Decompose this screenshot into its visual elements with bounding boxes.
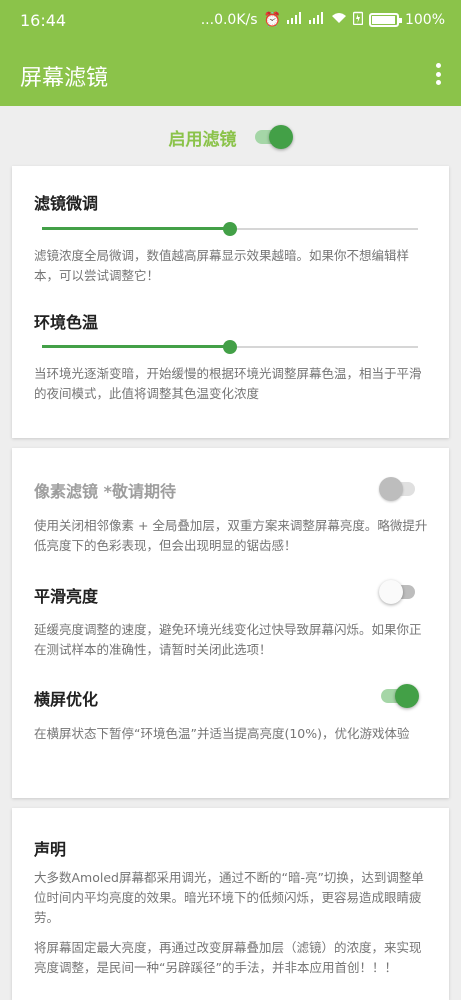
enable-filter-toggle[interactable] <box>253 125 293 149</box>
fine-tune-slider[interactable] <box>42 221 418 237</box>
enable-filter-label: 启用滤镜 <box>168 129 237 150</box>
landscape-desc: 在横屏状态下暂停“环境色温”并适当提高亮度(10%)，优化游戏体验 <box>34 726 410 741</box>
battery-icon <box>368 13 402 27</box>
slider-thumb[interactable] <box>223 340 237 354</box>
signal-icon <box>286 12 303 28</box>
status-time: 16:44 <box>20 11 67 30</box>
wifi-icon <box>331 12 347 28</box>
fine-tune-desc: 滤镜浓度全局微调，数值越高屏幕显示效果越暗。如果你不想编辑样本，可以尝试调整它！ <box>34 248 410 283</box>
options-card: 像素滤镜 *敬请期待 使用关闭相邻像素 + 全局叠加层，双重方案来调整屏幕亮度。… <box>12 448 449 798</box>
color-temp-slider[interactable] <box>42 339 418 355</box>
status-icons: ...0.0K/s ⏰ 100% <box>201 11 445 29</box>
smooth-brightness-toggle[interactable] <box>379 580 419 604</box>
network-speed: ...0.0K/s <box>200 12 258 28</box>
pixel-filter-desc: 使用关闭相邻像素 + 全局叠加层，双重方案来调整屏幕亮度。略微提升低亮度下的色彩… <box>34 518 428 553</box>
smooth-brightness-title: 平滑亮度 <box>34 587 99 606</box>
app-title: 屏幕滤镜 <box>20 66 109 91</box>
landscape-toggle[interactable] <box>379 684 419 708</box>
color-temp-title: 环境色温 <box>34 313 99 332</box>
signal-hd-icon <box>308 12 325 28</box>
slider-thumb[interactable] <box>223 222 237 236</box>
battery-percent: 100% <box>404 12 445 28</box>
more-vert-icon[interactable] <box>433 63 443 85</box>
battery-saver-icon <box>352 11 364 29</box>
app-bar: 16:44 ...0.0K/s ⏰ 100% 屏幕滤镜 <box>0 0 461 106</box>
landscape-title: 横屏优化 <box>34 690 99 709</box>
enable-filter-row[interactable]: 启用滤镜 <box>0 118 461 156</box>
alarm-icon: ⏰ <box>263 12 281 28</box>
filter-settings-card: 滤镜微调 滤镜浓度全局微调，数值越高屏幕显示效果越暗。如果你不想编辑样本，可以尝… <box>12 166 449 438</box>
statement-para-1: 大多数Amoled屏幕都采用调光，通过不断的“暗-亮”切换，达到调整单位时间内平… <box>34 870 424 925</box>
fine-tune-title: 滤镜微调 <box>34 194 99 213</box>
status-bar: 16:44 ...0.0K/s ⏰ 100% <box>0 0 461 40</box>
smooth-brightness-desc: 延缓亮度调整的速度，避免环境光线变化过快导致屏幕闪烁。如果你正在测试样本的准确性… <box>34 622 422 657</box>
statement-title: 声明 <box>34 840 67 859</box>
statement-para-2: 将屏幕固定最大亮度，再通过改变屏幕叠加层（滤镜）的浓度，来实现亮度调整，是民间一… <box>34 940 422 975</box>
pixel-filter-title: 像素滤镜 *敬请期待 <box>34 482 176 501</box>
statement-card: 声明 大多数Amoled屏幕都采用调光，通过不断的“暗-亮”切换，达到调整单位时… <box>12 808 449 1000</box>
color-temp-desc: 当环境光逐渐变暗，开始缓慢的根据环境光调整屏幕色温，相当于平滑的夜间模式，此值将… <box>34 366 422 401</box>
pixel-filter-toggle <box>379 477 419 501</box>
